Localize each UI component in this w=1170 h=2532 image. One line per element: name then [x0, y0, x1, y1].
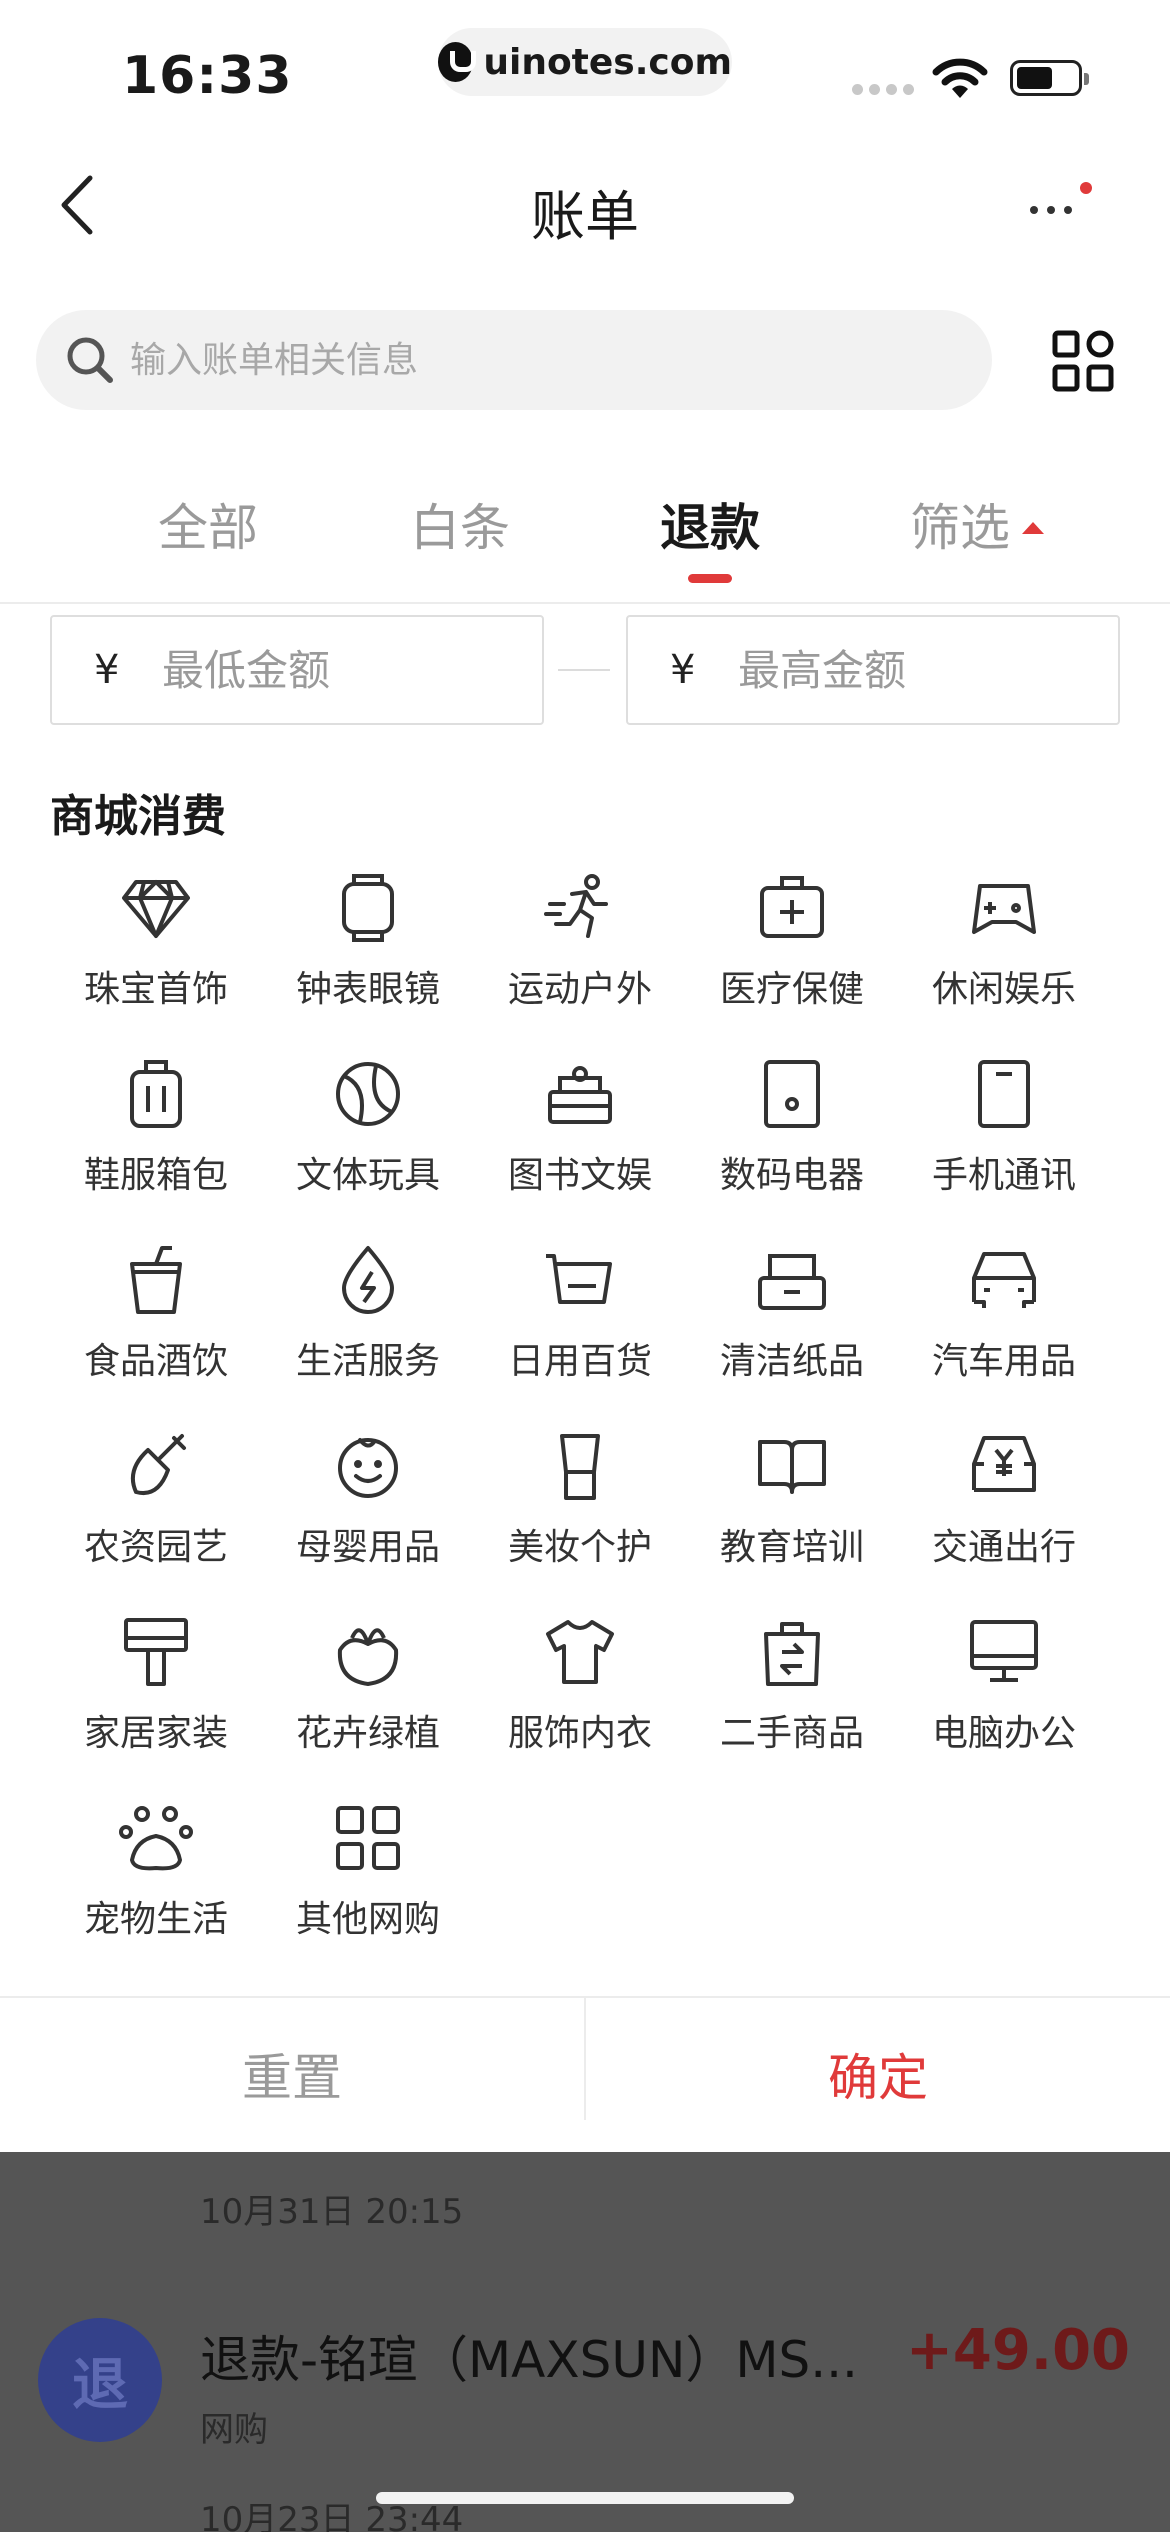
search-icon: [67, 337, 113, 383]
home-indicator[interactable]: [376, 2492, 794, 2504]
tab-bar: 全部 白条 退款 筛选: [0, 478, 1170, 602]
category-digital[interactable]: 数码电器: [686, 1056, 898, 1226]
currency-symbol: ¥: [94, 647, 120, 693]
open-book-icon: [758, 1440, 826, 1494]
phone-icon: [978, 1060, 1030, 1128]
cosmetic-icon: [560, 1434, 600, 1500]
category-cleaning[interactable]: 清洁纸品: [686, 1242, 898, 1412]
url-pill[interactable]: uinotes.com: [438, 28, 732, 96]
category-baby[interactable]: 母婴用品: [262, 1428, 474, 1598]
tab-filter-label: 筛选: [910, 499, 1010, 557]
min-amount-input[interactable]: [162, 645, 492, 695]
category-services[interactable]: 生活服务: [262, 1242, 474, 1412]
tab-filter[interactable]: 筛选: [910, 488, 1044, 560]
category-toys[interactable]: 文体玩具: [262, 1056, 474, 1226]
category-phone[interactable]: 手机通讯: [898, 1056, 1110, 1226]
category-home[interactable]: 家居家装: [50, 1614, 262, 1784]
list-date: 10月31日 20:15: [200, 2192, 464, 2232]
search-input[interactable]: [130, 310, 950, 410]
section-title: 商城消费: [50, 791, 226, 842]
flower-icon: [337, 1628, 399, 1686]
tab-refund[interactable]: 退款: [660, 488, 760, 560]
category-education[interactable]: 教育培训: [686, 1428, 898, 1598]
paw-icon: [119, 1806, 193, 1871]
cart-icon: [546, 1254, 612, 1304]
tshirt-icon: [546, 1620, 614, 1684]
tablet-icon: [764, 1060, 820, 1128]
wifi-icon: [932, 58, 988, 98]
category-daily[interactable]: 日用百货: [474, 1242, 686, 1412]
luggage-icon: [130, 1060, 182, 1128]
min-amount-field[interactable]: ¥: [50, 615, 544, 725]
tissue-box-icon: [758, 1254, 826, 1310]
category-food[interactable]: 食品酒饮: [50, 1242, 262, 1412]
cellular-signal-icon: [852, 84, 914, 95]
list-item-subtitle: 网购: [200, 2410, 268, 2450]
category-jewelry[interactable]: 珠宝首饰: [50, 870, 262, 1040]
category-sports[interactable]: 运动户外: [474, 870, 686, 1040]
avatar: 退: [38, 2318, 162, 2442]
category-medical[interactable]: 医疗保健: [686, 870, 898, 1040]
cup-icon: [130, 1246, 182, 1314]
filter-panel-bottom: [0, 2120, 1170, 2154]
gamepad-icon: [972, 884, 1036, 934]
ball-icon: [336, 1062, 400, 1126]
category-gardening[interactable]: 农资园艺: [50, 1428, 262, 1598]
category-flowers[interactable]: 花卉绿植: [262, 1614, 474, 1784]
medical-kit-icon: [760, 876, 824, 938]
max-amount-input[interactable]: [738, 645, 1068, 695]
category-bags[interactable]: 鞋服箱包: [50, 1056, 262, 1226]
category-leisure[interactable]: 休闲娱乐: [898, 870, 1110, 1040]
book-stack-icon: [548, 1066, 612, 1124]
list-item-amount: +49.00: [905, 2318, 1130, 2383]
category-transport[interactable]: 交通出行: [898, 1428, 1110, 1598]
power-drop-icon: [342, 1246, 394, 1314]
taxi-icon: [972, 1436, 1036, 1492]
active-tab-indicator: [688, 574, 732, 583]
more-icon[interactable]: [1024, 180, 1094, 230]
category-other[interactable]: 其他网购: [262, 1800, 474, 1970]
category-office[interactable]: 电脑办公: [898, 1614, 1110, 1784]
status-bar: 16:33 uinotes.com: [0, 0, 1170, 130]
monitor-icon: [970, 1620, 1038, 1682]
nav-bar: 账单: [0, 150, 1170, 260]
caret-up-icon: [1022, 521, 1044, 534]
paint-roller-icon: [124, 1618, 188, 1686]
category-car[interactable]: 汽车用品: [898, 1242, 1110, 1412]
tab-baitiao[interactable]: 白条: [410, 488, 510, 560]
watch-icon: [342, 874, 394, 942]
car-icon: [972, 1252, 1036, 1308]
site-logo-icon: [438, 42, 477, 82]
running-icon: [544, 874, 608, 938]
qr-grid-icon[interactable]: [1052, 330, 1114, 392]
tab-all[interactable]: 全部: [158, 488, 258, 560]
divider: [0, 602, 1170, 604]
baby-face-icon: [338, 1438, 398, 1498]
shovel-icon: [131, 1434, 186, 1495]
diamond-icon: [122, 880, 190, 938]
max-amount-field[interactable]: ¥: [626, 615, 1120, 725]
currency-symbol: ¥: [670, 647, 696, 693]
battery-icon: [1010, 60, 1089, 96]
category-pets[interactable]: 宠物生活: [50, 1800, 262, 1970]
range-separator: [558, 669, 610, 671]
url-text: uinotes.com: [483, 41, 732, 83]
search-bar: [36, 310, 992, 410]
status-time: 16:33: [122, 46, 293, 106]
category-apparel[interactable]: 服饰内衣: [474, 1614, 686, 1784]
category-books[interactable]: 图书文娱: [474, 1056, 686, 1226]
page-title: 账单: [531, 185, 639, 248]
category-watch[interactable]: 钟表眼镜: [262, 870, 474, 1040]
category-secondhand[interactable]: 二手商品: [686, 1614, 898, 1784]
list-item-title: 退款-铭瑄（MAXSUN）MS...: [200, 2331, 858, 2389]
exchange-bag-icon: [764, 1622, 820, 1686]
apps-grid-icon: [336, 1806, 400, 1870]
category-beauty[interactable]: 美妆个护: [474, 1428, 686, 1598]
